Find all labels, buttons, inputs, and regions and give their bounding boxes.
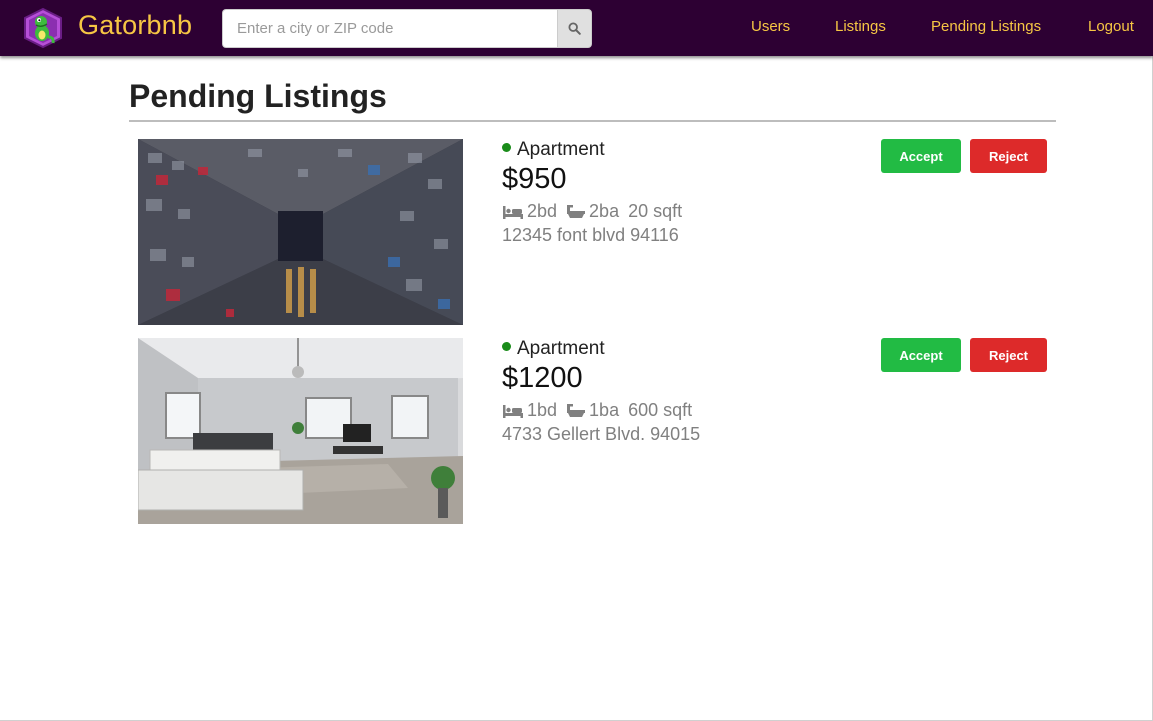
nav-listings-link[interactable]: Listings xyxy=(835,18,886,35)
listing-card: Apartment $1200 1bd 1ba 600 sqft 4733 Ge… xyxy=(129,338,1056,528)
search-bar xyxy=(222,9,592,48)
listing-sqft: 20 sqft xyxy=(628,201,683,221)
listing-specs: 2bd 2ba 20 sqft xyxy=(502,201,682,222)
accept-button[interactable]: Accept xyxy=(881,139,961,173)
navbar: Gatorbnb Users Listings Pending Listings… xyxy=(0,0,1153,56)
search-icon xyxy=(568,22,581,35)
listing-price: $950 xyxy=(502,163,567,195)
search-input[interactable] xyxy=(222,9,557,48)
listing-beds: 1bd xyxy=(527,400,558,420)
listing-beds: 2bd xyxy=(527,201,558,221)
listing-baths: 2ba xyxy=(589,201,620,221)
listing-card: Apartment $950 2bd 2ba 20 sqft 12345 fon… xyxy=(129,139,1056,329)
nav-logout-link[interactable]: Logout xyxy=(1088,18,1134,35)
page-title: Pending Listings xyxy=(129,78,387,114)
bath-icon xyxy=(567,403,586,417)
nav-pending-listings-link[interactable]: Pending Listings xyxy=(931,18,1041,35)
listing-image[interactable] xyxy=(138,338,463,524)
listing-type: Apartment xyxy=(517,139,605,160)
listing-type: Apartment xyxy=(517,338,605,359)
search-button[interactable] xyxy=(557,9,592,48)
listing-baths: 1ba xyxy=(589,400,620,420)
brand-name[interactable]: Gatorbnb xyxy=(78,10,192,41)
nav-users-link[interactable]: Users xyxy=(751,18,790,35)
status-dot xyxy=(502,143,511,153)
listing-address: 4733 Gellert Blvd. 94015 xyxy=(502,424,701,444)
bath-icon xyxy=(567,204,586,218)
listing-price: $1200 xyxy=(502,362,583,394)
listing-sqft: 600 sqft xyxy=(628,400,693,420)
listing-specs: 1bd 1ba 600 sqft xyxy=(502,400,692,421)
bed-icon xyxy=(503,404,523,418)
title-divider xyxy=(129,120,1056,122)
gator-logo[interactable] xyxy=(22,7,64,49)
accept-button[interactable]: Accept xyxy=(881,338,961,372)
reject-button[interactable]: Reject xyxy=(970,139,1047,173)
listing-image[interactable] xyxy=(138,139,463,325)
status-dot xyxy=(502,342,511,352)
reject-button[interactable]: Reject xyxy=(970,338,1047,372)
listing-address: 12345 font blvd 94116 xyxy=(502,225,679,245)
page: Gatorbnb Users Listings Pending Listings… xyxy=(0,0,1153,721)
bed-icon xyxy=(503,205,523,219)
